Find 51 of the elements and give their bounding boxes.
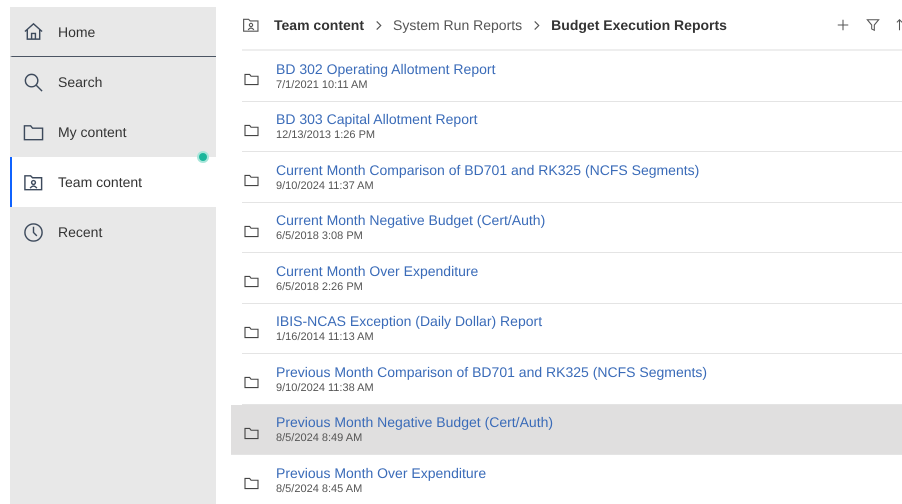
- filter-icon[interactable]: [866, 18, 880, 32]
- home-icon: [23, 21, 44, 42]
- breadcrumb-link[interactable]: Team content: [274, 17, 364, 33]
- modified-date: 9/10/2024 11:37 AM: [276, 180, 375, 192]
- modified-date: 8/5/2024 8:49 AM: [276, 432, 364, 444]
- list-row[interactable]: Previous Month Negative Budget (Cert/Auth) 8/5/2024 8:49 AM: [231, 404, 902, 455]
- clock-icon: [23, 222, 44, 242]
- report-link[interactable]: IBIS-NCAS Exception (Daily Dollar) Report: [276, 313, 542, 330]
- report-link[interactable]: Previous Month Comparison of BD701 and RK325 (NCFS Segments): [276, 364, 708, 380]
- sidebar-item[interactable]: Home: [10, 7, 216, 57]
- modified-date: 6/5/2018 2:26 PM: [276, 280, 364, 293]
- sidebar-item[interactable]: Recent: [10, 207, 216, 257]
- list-row[interactable]: Current Month Over Expenditure 6/5/2018 2:26 PM: [242, 253, 902, 304]
- list-row[interactable]: Previous Month Over Expenditure 8/5/2024 8:45 AM: [242, 455, 902, 504]
- folder-icon: [244, 174, 259, 188]
- modified-date: 8/5/2024 8:45 AM: [276, 482, 364, 495]
- report-link[interactable]: BD 303 Capital Allotment Report: [276, 111, 478, 128]
- report-link[interactable]: Previous Month Negative Budget (Cert/Auth): [276, 414, 554, 430]
- folder-icon: [244, 426, 259, 440]
- modified-date: 9/10/2024 11:38 AM: [276, 382, 375, 394]
- folder-icon: [244, 124, 259, 137]
- report-link[interactable]: Current Month Over Expenditure: [276, 262, 478, 279]
- list-row[interactable]: IBIS-NCAS Exception (Daily Dollar) Report 1/16/2014 11:13 AM: [242, 304, 902, 354]
- search-icon: [23, 72, 44, 92]
- breadcrumb-link[interactable]: Budget Execution Reports: [551, 17, 727, 33]
- list-row[interactable]: BD 303 Capital Allotment Report 12/13/2013 1:26 PM: [242, 102, 902, 152]
- list-row[interactable]: Current Month Comparison of BD701 and RK325 (NCFS Segments) 9/10/2024 11:37 AM: [242, 152, 902, 202]
- modified-date: 6/5/2018 3:08 PM: [276, 230, 364, 242]
- modified-date: 1/16/2014 11:13 AM: [276, 331, 375, 344]
- breadcrumb-link[interactable]: System Run Reports: [392, 17, 522, 33]
- list-row[interactable]: Current Month Negative Budget (Cert/Auth) 6/5/2018 3:08 PM: [242, 202, 902, 253]
- list-row[interactable]: BD 302 Operating Allotment Report 7/1/2021 10:11 AM: [242, 51, 902, 102]
- chevron-icon: [532, 20, 542, 30]
- report-link[interactable]: Current Month Comparison of BD701 and RK325 (NCFS Segments): [276, 162, 700, 178]
- add-icon[interactable]: [836, 18, 850, 32]
- report-link[interactable]: Current Month Negative Budget (Cert/Auth): [276, 212, 546, 228]
- report-link[interactable]: BD 302 Operating Allotment Report: [276, 60, 496, 77]
- sidebar-item[interactable]: Search: [10, 57, 216, 107]
- folder-icon: [244, 326, 259, 339]
- report-link[interactable]: Previous Month Over Expenditure: [276, 464, 486, 481]
- sidebar-item[interactable]: My content: [10, 107, 216, 157]
- team-folder-icon: [242, 16, 260, 34]
- folder-icon: [244, 73, 259, 86]
- folder-icon: [244, 275, 259, 288]
- modified-date: 7/1/2021 10:11 AM: [276, 78, 369, 91]
- modified-date: 12/13/2013 1:26 PM: [276, 129, 376, 142]
- folder-icon: [244, 376, 259, 390]
- sidebar-item[interactable]: Team content: [10, 157, 216, 207]
- folder-icon: [244, 477, 259, 490]
- folder-icon: [244, 224, 259, 238]
- chevron-icon: [374, 20, 383, 30]
